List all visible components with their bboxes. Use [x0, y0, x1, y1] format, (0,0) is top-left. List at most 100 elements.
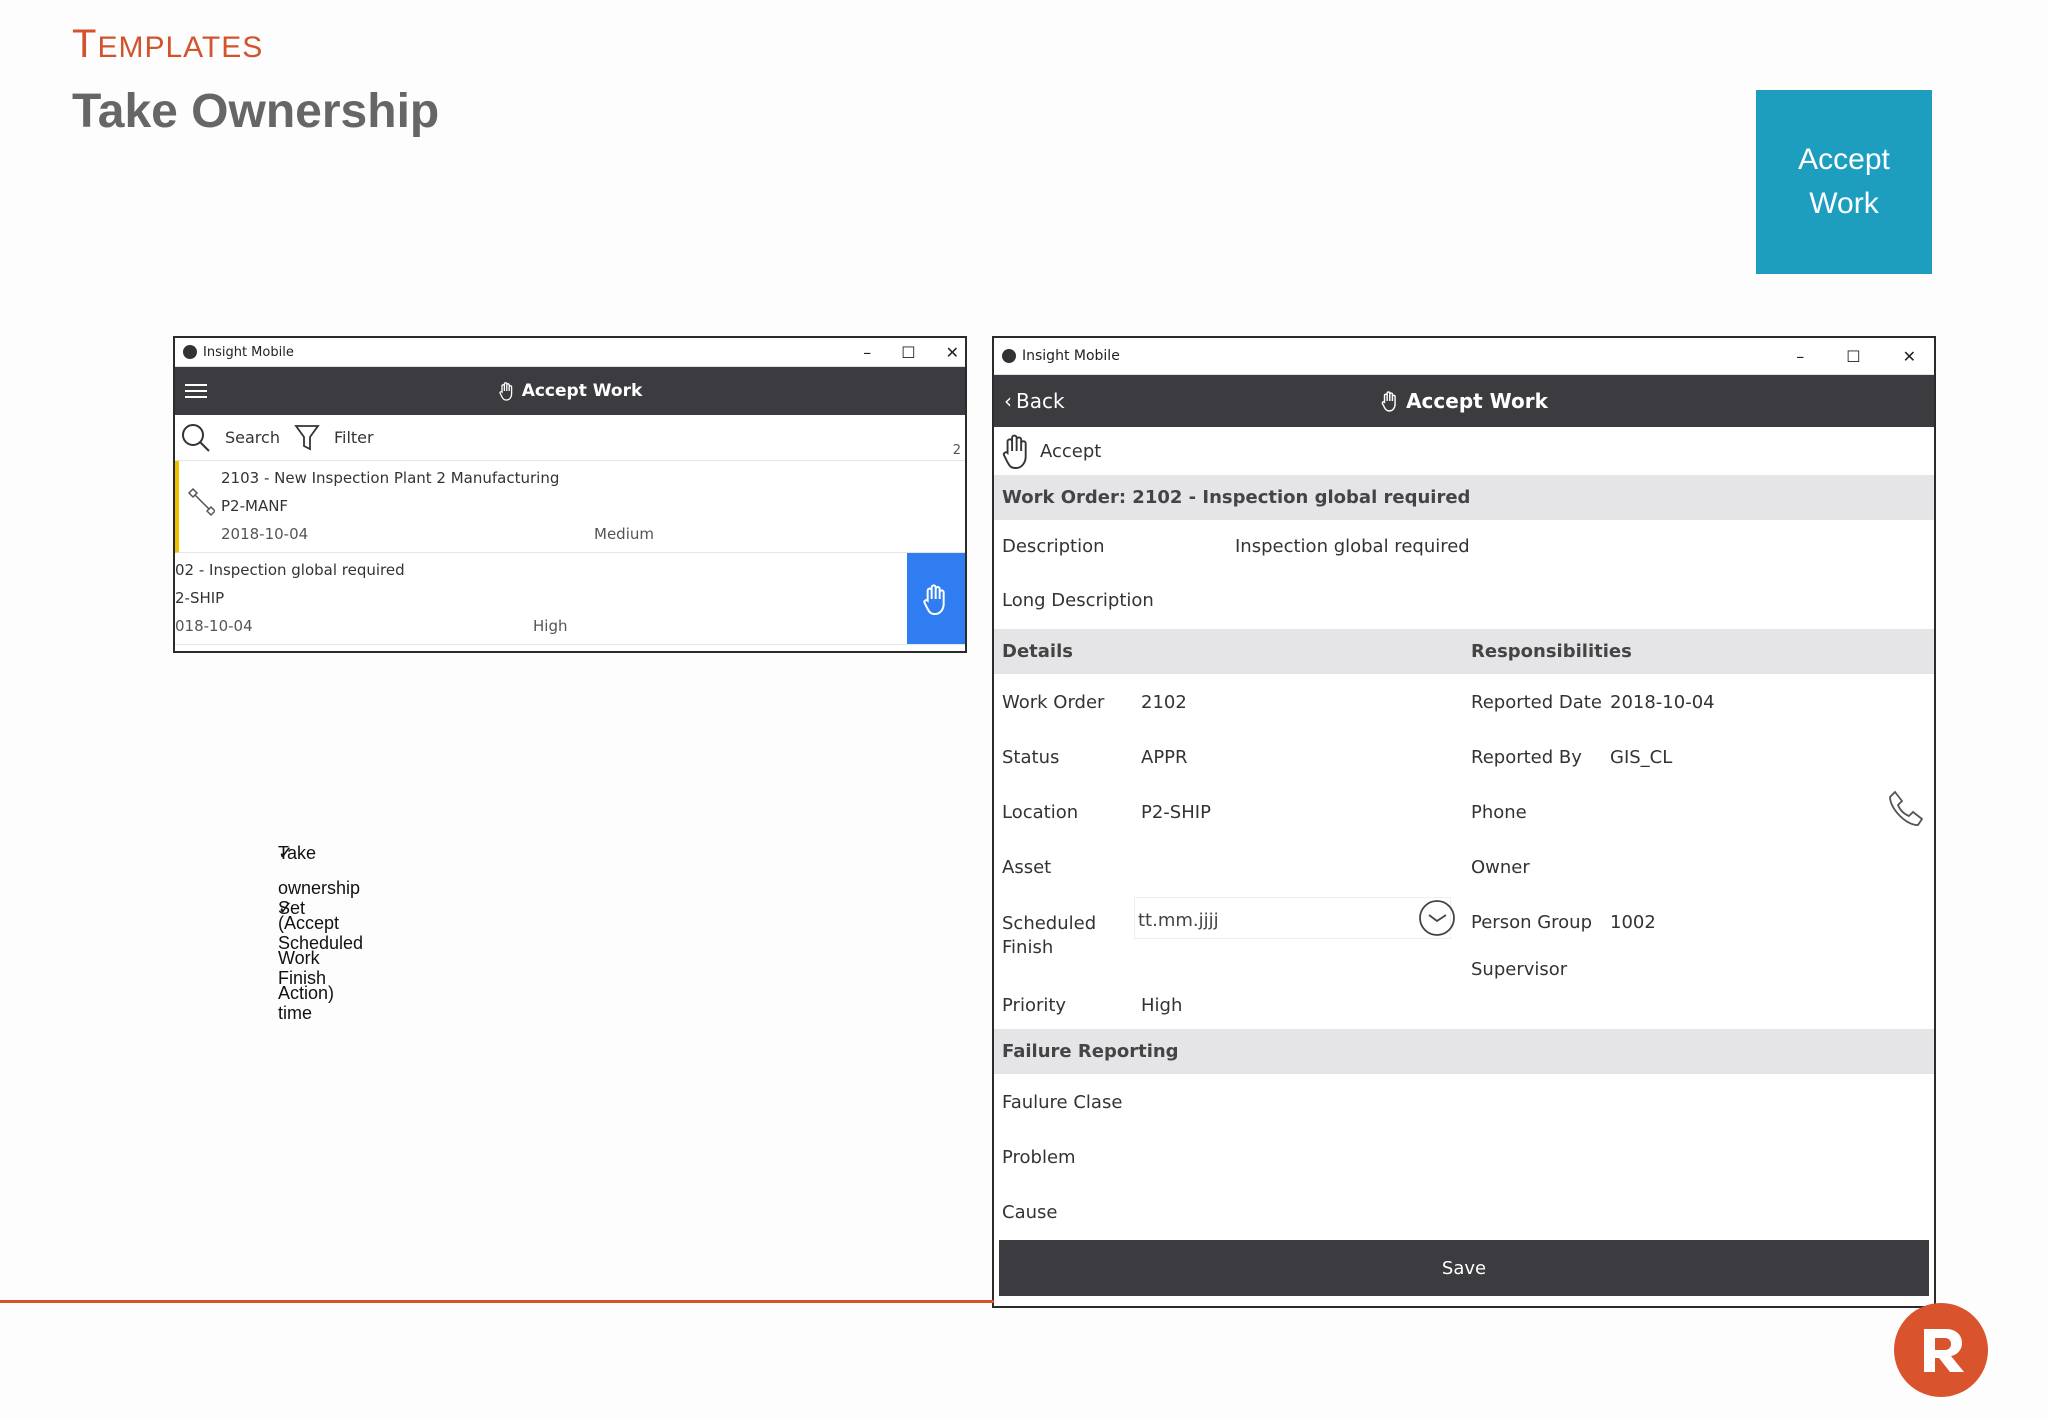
save-label: Save	[1441, 1257, 1487, 1279]
window-titlebar: Insight Mobile – ☐ ✕	[175, 338, 965, 367]
search-bar: Search Filter 2	[175, 415, 965, 461]
minimize-icon[interactable]: –	[1796, 347, 1804, 366]
list-item[interactable]: 2103 - New Inspection Plant 2 Manufactur…	[175, 461, 965, 553]
maximize-icon[interactable]: ☐	[901, 343, 915, 362]
owner-label: Owner	[1471, 857, 1530, 878]
accept-swipe-button[interactable]	[907, 553, 965, 644]
app-header: ‹ Back Accept Work	[994, 375, 1934, 427]
details-band-label: Details	[1002, 641, 1073, 662]
work-order-band-label: Work Order: 2102 - Inspection global req…	[1002, 487, 1471, 508]
detail-row: Work Order 2102 Reported Date 2018-10-04	[994, 674, 1934, 729]
accept-work-tile: Accept Work	[1756, 90, 1932, 274]
item-location: 2-SHIP	[175, 589, 225, 607]
work-order-label: Work Order	[1002, 692, 1105, 713]
phone-icon[interactable]	[1887, 788, 1927, 830]
accept-label: Accept	[1040, 440, 1102, 462]
slide-title: Take Ownership	[72, 85, 440, 138]
wrench-icon	[187, 487, 215, 517]
work-order-band: Work Order: 2102 - Inspection global req…	[994, 475, 1934, 520]
list-window: Insight Mobile – ☐ ✕ Accept Work Search …	[173, 336, 967, 653]
phone-label: Phone	[1471, 802, 1527, 823]
clock-icon[interactable]	[1418, 899, 1456, 937]
detail-row: Asset Owner	[994, 839, 1934, 894]
work-order-value: 2102	[1141, 692, 1187, 713]
chevron-left-icon: ‹	[1004, 389, 1012, 413]
detail-row: Location P2-SHIP Phone	[994, 784, 1934, 839]
close-icon[interactable]: ✕	[946, 343, 959, 362]
reported-by-value: GIS_CL	[1610, 747, 1673, 768]
problem-label: Problem	[1002, 1147, 1076, 1168]
app-icon	[1002, 349, 1016, 363]
item-location: P2-MANF	[221, 497, 289, 515]
asset-label: Asset	[1002, 857, 1052, 878]
footer-divider	[0, 1300, 994, 1303]
reported-date-label: Reported Date	[1471, 692, 1602, 713]
location-label: Location	[1002, 802, 1079, 823]
window-title: Insight Mobile	[1022, 348, 1120, 364]
cause-label: Cause	[1002, 1202, 1058, 1223]
app-header: Accept Work	[175, 367, 965, 415]
priority-label: Priority	[1002, 995, 1067, 1016]
hand-icon	[923, 583, 945, 615]
failure-band: Failure Reporting	[994, 1029, 1934, 1074]
priority-value: High	[1141, 995, 1183, 1016]
back-button[interactable]: ‹ Back	[1004, 375, 1065, 427]
long-description-label: Long Description	[1002, 590, 1154, 611]
window-titlebar: Insight Mobile – ☐ ✕	[994, 338, 1934, 375]
failure-band-label: Failure Reporting	[1002, 1041, 1179, 1062]
description-value: Inspection global required	[1235, 536, 1470, 557]
item-date: 018-10-04	[175, 617, 253, 635]
item-title: 02 - Inspection global required	[175, 561, 405, 579]
detail-row: Status APPR Reported By GIS_CL	[994, 729, 1934, 784]
person-group-value: 1002	[1610, 912, 1656, 933]
location-value: P2-SHIP	[1141, 802, 1211, 823]
failure-row[interactable]: Faulure Clase	[994, 1074, 1934, 1129]
item-title: 2103 - New Inspection Plant 2 Manufactur…	[221, 469, 560, 487]
save-button[interactable]: Save	[999, 1240, 1929, 1296]
reported-date-value: 2018-10-04	[1610, 692, 1715, 713]
failure-row[interactable]: Cause	[994, 1184, 1934, 1239]
long-description-row[interactable]: Long Description	[994, 572, 1934, 629]
back-label: Back	[1016, 389, 1065, 413]
status-value: APPR	[1141, 747, 1188, 768]
description-row: Description Inspection global required	[994, 520, 1934, 572]
supervisor-label: Supervisor	[1471, 959, 1568, 980]
detail-row: Supervisor Priority High	[994, 951, 1934, 1029]
status-label: Status	[1002, 747, 1060, 768]
maximize-icon[interactable]: ☐	[1846, 347, 1860, 366]
item-priority: Medium	[594, 525, 654, 543]
failure-row[interactable]: Problem	[994, 1129, 1934, 1184]
details-band: Details Responsibilities	[994, 629, 1934, 674]
person-group-label: Person Group	[1471, 912, 1593, 933]
detail-row: Scheduled Finish tt.mm.jjjj Person Group …	[994, 894, 1934, 958]
header-title: Accept Work	[1406, 389, 1548, 413]
scheduled-finish-input[interactable]: tt.mm.jjjj	[1138, 910, 1219, 931]
accept-button[interactable]: Accept	[994, 427, 1934, 475]
app-icon	[183, 345, 197, 359]
list-item[interactable]: 02 - Inspection global required 2-SHIP 0…	[175, 553, 965, 645]
search-button[interactable]: Search	[225, 428, 280, 447]
hand-icon	[1381, 391, 1396, 412]
search-icon[interactable]	[181, 423, 211, 453]
brand-logo-icon	[1894, 1303, 1988, 1397]
filter-button[interactable]: Filter	[334, 428, 374, 447]
menu-icon[interactable]	[185, 380, 207, 402]
failure-class-label: Faulure Clase	[1002, 1092, 1123, 1113]
item-priority: High	[533, 617, 568, 635]
filter-icon[interactable]	[294, 424, 320, 452]
bullet-text: Set Scheduled Finish time	[278, 898, 364, 1023]
hand-icon	[499, 382, 512, 401]
responsibilities-band-label: Responsibilities	[1471, 641, 1632, 662]
header-title: Accept Work	[521, 381, 643, 401]
result-count: 2	[952, 443, 961, 458]
item-date: 2018-10-04	[221, 525, 309, 543]
minimize-icon[interactable]: –	[863, 343, 871, 362]
close-icon[interactable]: ✕	[1903, 347, 1916, 366]
description-label: Description	[1002, 536, 1105, 557]
scheduled-finish-field[interactable]: tt.mm.jjjj	[1134, 897, 1451, 939]
detail-window: Insight Mobile – ☐ ✕ ‹ Back Accept Work …	[992, 336, 1936, 1308]
section-label: TEMPLATES	[72, 22, 264, 66]
reported-by-label: Reported By	[1471, 747, 1582, 768]
hand-icon	[1002, 434, 1027, 469]
window-title: Insight Mobile	[203, 344, 294, 360]
